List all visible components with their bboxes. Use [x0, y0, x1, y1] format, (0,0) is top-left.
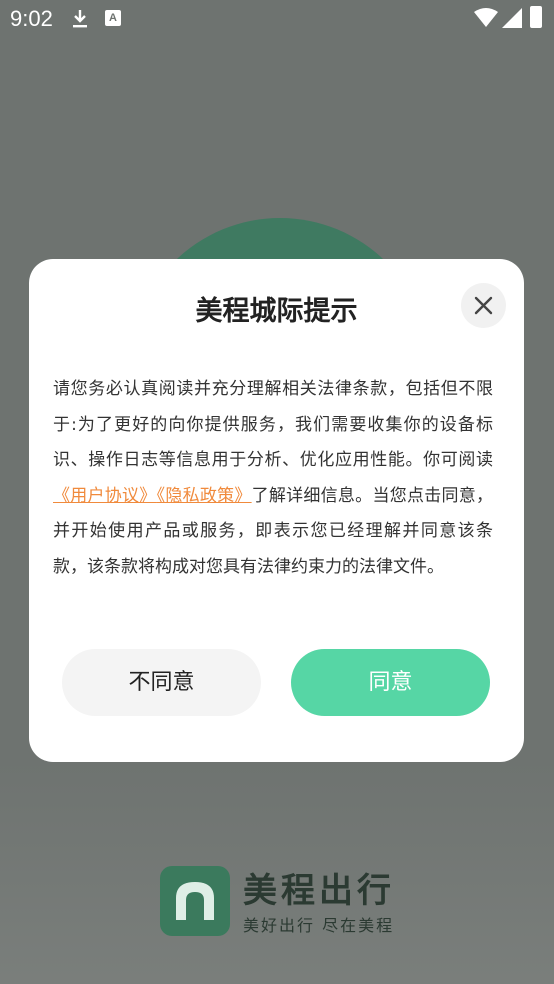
user-agreement-link[interactable]: 《用户协议》: [53, 486, 157, 506]
privacy-policy-link[interactable]: 《隐私政策》: [157, 486, 252, 506]
brand-slogan: 美好出行 尽在美程: [243, 916, 395, 935]
a-notification-icon: A: [105, 10, 121, 26]
dialog-title: 美程城际提示: [195, 296, 358, 327]
battery-icon: [530, 6, 542, 28]
wifi-icon: [474, 8, 498, 27]
signal-icon: [502, 8, 522, 28]
status-time: 9:02: [10, 6, 53, 31]
status-bar: 9:02 A: [0, 0, 554, 38]
privacy-dialog: 美程城际提示 请您务必认真阅读并充分理解相关法律条款，包括但不限于:为了更好的向…: [29, 259, 524, 762]
close-button[interactable]: [461, 283, 506, 328]
dialog-body: 请您务必认真阅读并充分理解相关法律条款，包括但不限于:为了更好的向你提供服务，我…: [53, 372, 493, 585]
brand-title: 美程出行: [243, 871, 395, 911]
body-text-part1: 请您务必认真阅读并充分理解相关法律条款，包括但不限于:为了更好的向你提供服务，我…: [53, 379, 493, 470]
agree-button[interactable]: 同意: [291, 649, 490, 716]
close-icon: [474, 296, 493, 315]
disagree-button[interactable]: 不同意: [62, 649, 261, 716]
download-icon: [73, 10, 87, 28]
app-logo-icon: [160, 866, 230, 936]
